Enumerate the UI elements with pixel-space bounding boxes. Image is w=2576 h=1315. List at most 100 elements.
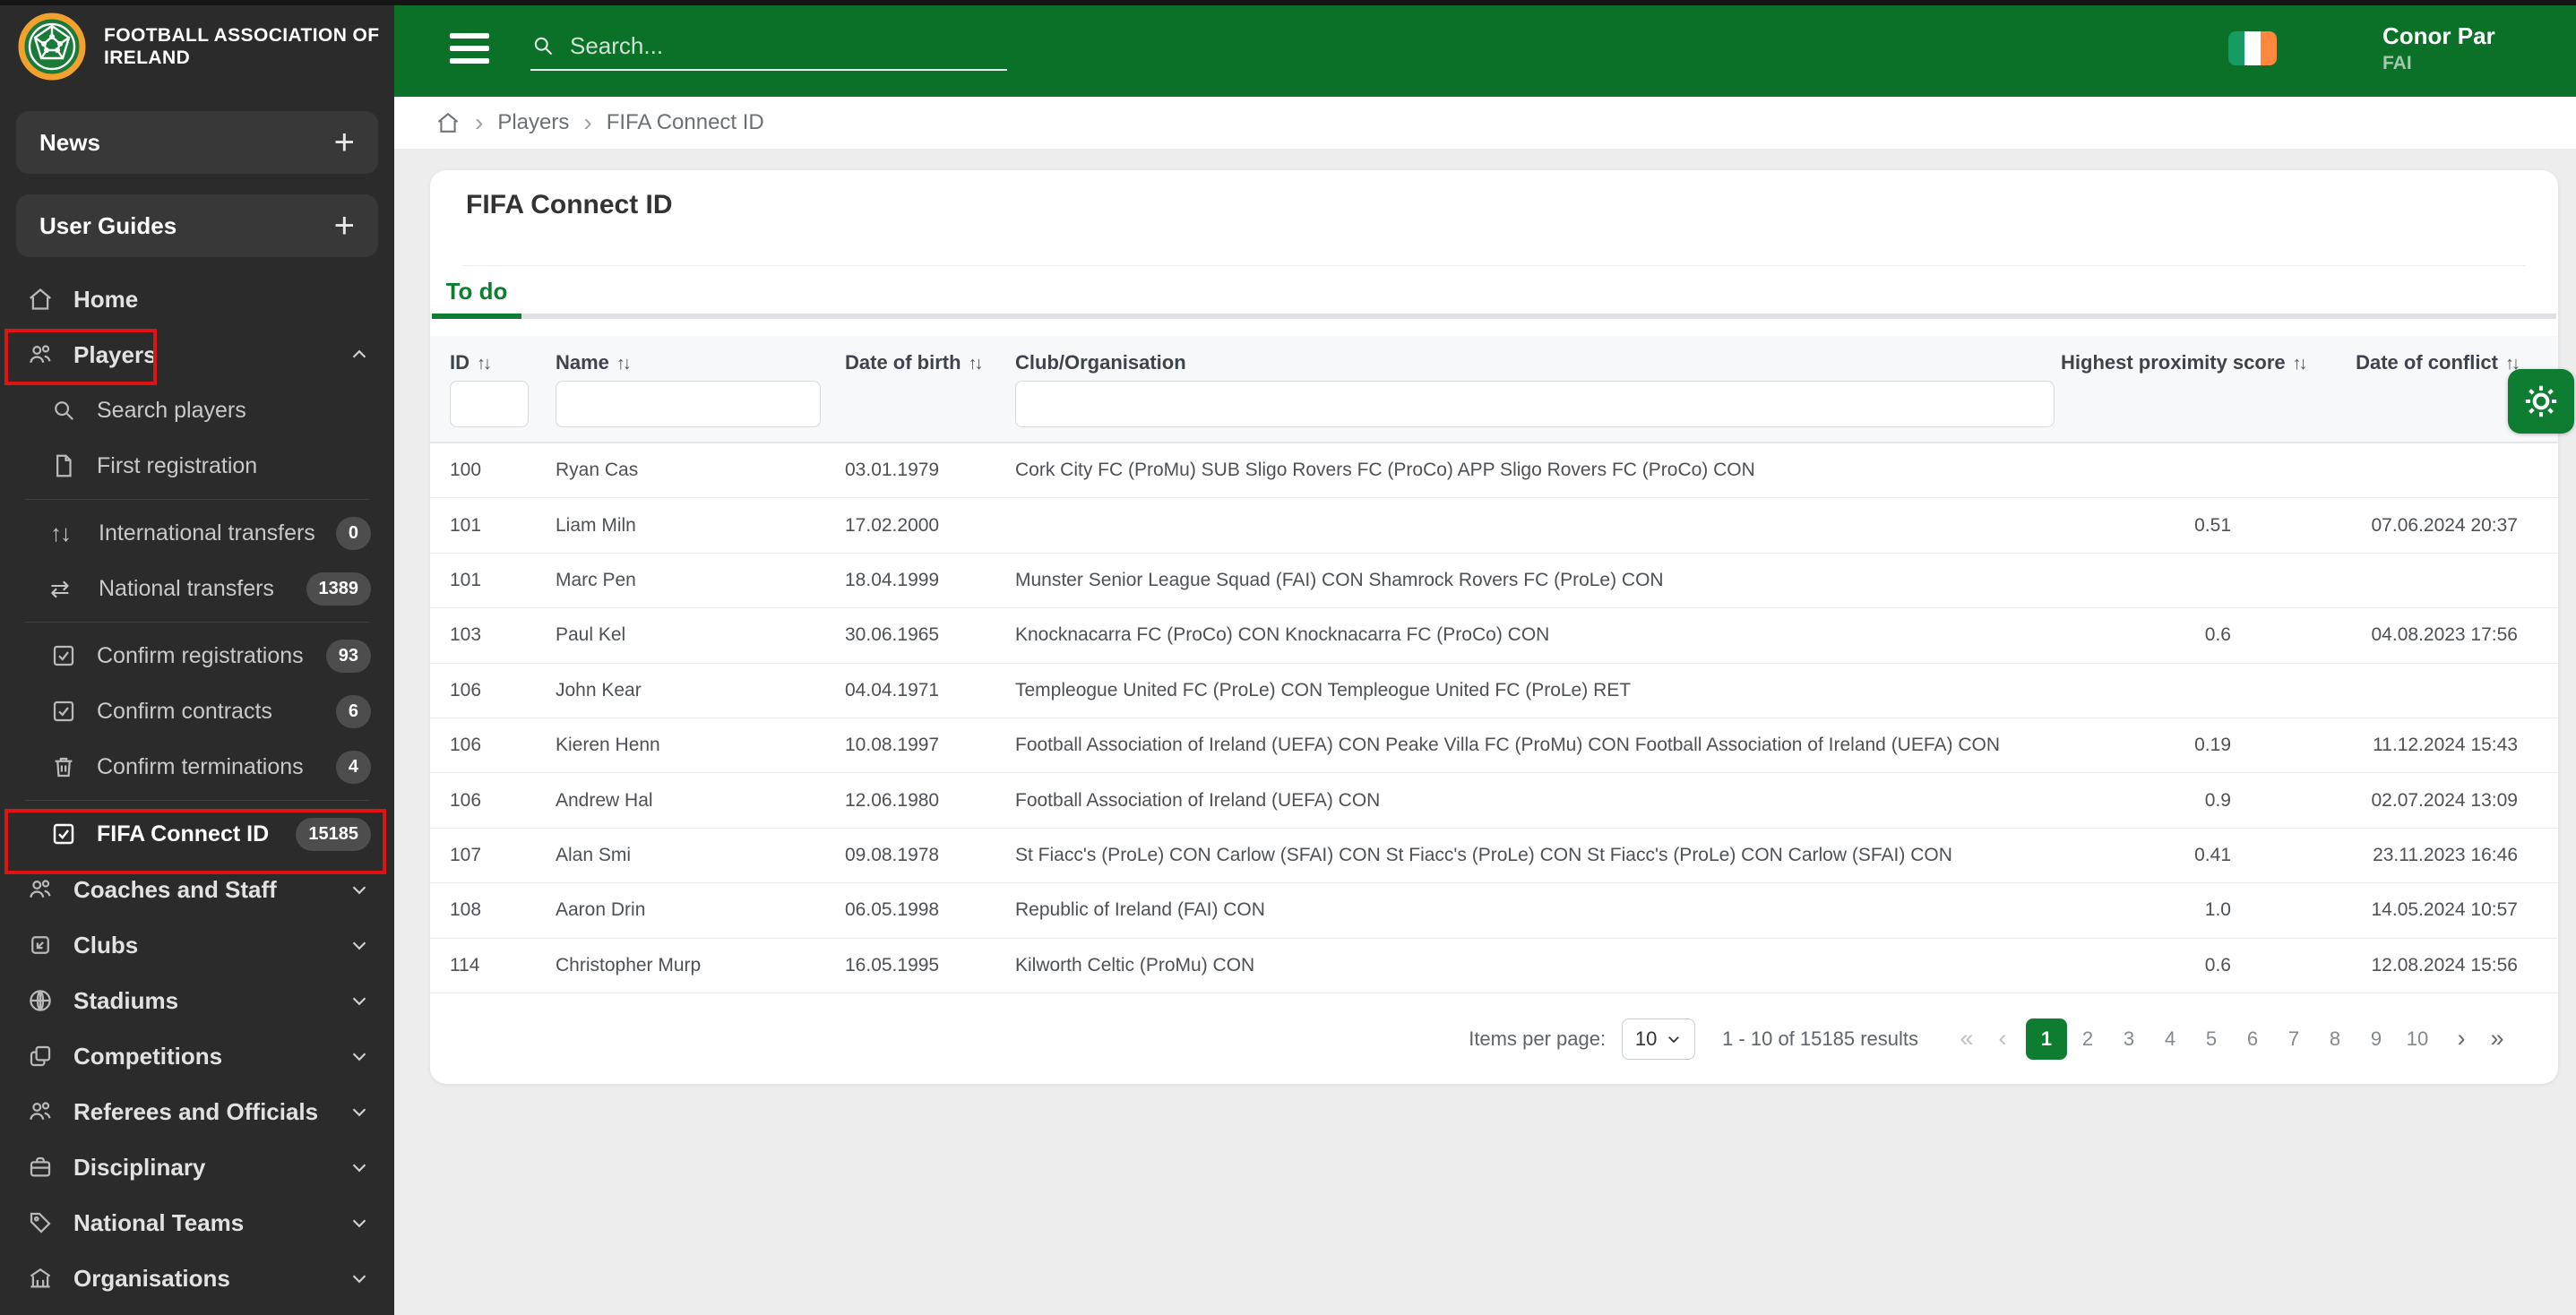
plus-icon: +	[333, 206, 355, 245]
arrows-up-down-icon: ↑↓	[50, 519, 72, 546]
cell-date-of-birth: 06.05.1998	[845, 899, 940, 921]
items-per-page-select[interactable]: 10	[1622, 1018, 1696, 1060]
cell-club-organisation: Football Association of Ireland (UEFA) C…	[1015, 735, 2001, 756]
sidebar-item-fifa-connect-id[interactable]: FIFA Connect ID 15185	[0, 806, 394, 862]
page-number-button[interactable]: 6	[2232, 1018, 2273, 1060]
cell-name: John Kear	[556, 679, 642, 700]
search-icon	[50, 397, 77, 424]
page-number-button[interactable]: 4	[2150, 1018, 2191, 1060]
plus-icon: +	[333, 123, 355, 162]
page-number-button[interactable]: 7	[2273, 1018, 2314, 1060]
chevron-down-icon	[348, 989, 371, 1012]
sidebar-item-stadiums[interactable]: Stadiums	[0, 973, 394, 1028]
sidebar-item-referees-and-officials[interactable]: Referees and Officials	[0, 1084, 394, 1139]
ireland-flag-icon[interactable]	[2228, 31, 2277, 65]
search-input[interactable]	[570, 31, 964, 60]
chevron-down-icon	[348, 878, 371, 901]
club-organisation-filter-input[interactable]	[1015, 381, 2055, 427]
count-badge: 15185	[296, 817, 371, 851]
sidebar-item-confirm-contracts[interactable]: Confirm contracts 6	[0, 683, 394, 739]
column-header-id[interactable]: ID ↑↓	[430, 351, 556, 374]
cell-name: Paul Kel	[556, 624, 626, 646]
column-header-highest-proximity-score[interactable]: Highest proximity score ↑↓	[2061, 351, 2308, 374]
page-number-button[interactable]: 8	[2314, 1018, 2356, 1060]
sidebar: FOOTBALL ASSOCIATION OF IRELAND News + U…	[0, 0, 394, 1315]
sidebar-item-international-transfers[interactable]: ↑↓ International transfers 0	[0, 505, 394, 561]
breadcrumb-item-players[interactable]: Players	[497, 110, 569, 135]
name-filter-input[interactable]	[556, 381, 821, 427]
fai-crest-logo	[18, 13, 86, 81]
page-number-button[interactable]: 10	[2397, 1018, 2438, 1060]
id-filter-input[interactable]	[450, 381, 529, 427]
settings-button[interactable]	[2508, 369, 2574, 434]
sidebar-item-confirm-terminations[interactable]: Confirm terminations 4	[0, 739, 394, 795]
previous-page-button[interactable]: ‹	[1985, 1018, 2020, 1060]
globe-icon	[27, 987, 54, 1014]
sidebar-item-coaches-and-staff[interactable]: Coaches and Staff	[0, 862, 394, 917]
cell-id: 106	[450, 789, 482, 811]
club-icon	[27, 932, 54, 958]
hamburger-menu-icon[interactable]	[450, 33, 489, 64]
page-number-button[interactable]: 5	[2191, 1018, 2232, 1060]
sidebar-item-organisations[interactable]: Organisations	[0, 1251, 394, 1306]
table-row[interactable]: 100 Ryan Cas 03.01.1979 Cork City FC (Pr…	[430, 443, 2558, 499]
page-number-button[interactable]: 9	[2356, 1018, 2397, 1060]
cell-date-of-birth: 18.04.1999	[845, 569, 940, 590]
table-row[interactable]: 106 John Kear 04.04.1971 Templeogue Unit…	[430, 664, 2558, 718]
column-header-name[interactable]: Name ↑↓	[556, 351, 845, 374]
cell-name: Marc Pen	[556, 569, 636, 590]
sidebar-item-competitions[interactable]: Competitions	[0, 1028, 394, 1084]
sidebar-item-players[interactable]: Players	[0, 327, 394, 382]
first-page-button[interactable]: «	[1949, 1018, 1985, 1060]
breadcrumb: › Players › FIFA Connect ID	[394, 97, 2576, 149]
cell-club-organisation: Football Association of Ireland (UEFA) C…	[1015, 789, 1381, 811]
checkbox-icon	[50, 698, 77, 725]
table-row[interactable]: 108 Aaron Drin 06.05.1998 Republic of Ir…	[430, 883, 2558, 939]
breadcrumb-separator: ›	[583, 108, 592, 136]
table-row[interactable]: 107 Alan Smi 09.08.1978 St Fiacc's (ProL…	[430, 829, 2558, 884]
briefcase-icon	[27, 1154, 54, 1181]
page-number-button[interactable]: 1	[2026, 1018, 2067, 1060]
cell-id: 103	[450, 624, 482, 646]
cell-name: Andrew Hal	[556, 789, 653, 811]
last-page-button[interactable]: »	[2479, 1018, 2515, 1060]
sidebar-item-national-teams[interactable]: National Teams	[0, 1195, 394, 1251]
table-row[interactable]: 101 Liam Miln 17.02.2000 0.51 07.06.2024…	[430, 498, 2558, 554]
sidebar-divider	[25, 622, 369, 623]
table-row[interactable]: 106 Andrew Hal 12.06.1980 Football Assoc…	[430, 773, 2558, 829]
cell-club-organisation: St Fiacc's (ProLe) CON Carlow (SFAI) CON…	[1015, 844, 1952, 865]
cell-date-of-conflict: 02.07.2024 13:09	[2371, 789, 2519, 811]
cell-club-organisation: Cork City FC (ProMu) SUB Sligo Rovers FC…	[1015, 460, 1755, 481]
sidebar-item-confirm-registrations[interactable]: Confirm registrations 93	[0, 628, 394, 683]
table-row[interactable]: 101 Marc Pen 18.04.1999 Munster Senior L…	[430, 554, 2558, 609]
tab-to-do[interactable]: To do	[432, 269, 521, 314]
chevron-down-icon	[348, 1100, 371, 1123]
breadcrumb-home-icon[interactable]	[435, 110, 461, 135]
sidebar-item-national-transfers[interactable]: ⇄ National transfers 1389	[0, 561, 394, 616]
page-number-button[interactable]: 2	[2067, 1018, 2108, 1060]
cell-id: 106	[450, 679, 482, 700]
sort-icon: ↑↓	[968, 354, 984, 374]
next-page-button[interactable]: ›	[2443, 1018, 2479, 1060]
sidebar-item-disciplinary[interactable]: Disciplinary	[0, 1139, 394, 1195]
cell-date-of-birth: 30.06.1965	[845, 624, 940, 646]
sidebar-item-home[interactable]: Home	[0, 271, 394, 327]
table-row[interactable]: 106 Kieren Henn 10.08.1997 Football Asso…	[430, 718, 2558, 774]
table-row[interactable]: 114 Christopher Murp 16.05.1995 Kilworth…	[430, 939, 2558, 993]
page-number-button[interactable]: 3	[2108, 1018, 2150, 1060]
results-count: 1 - 10 of 15185 results	[1722, 1027, 1918, 1050]
news-button[interactable]: News +	[16, 111, 378, 174]
column-header-date-of-birth[interactable]: Date of birth ↑↓	[845, 351, 1015, 374]
title-divider	[462, 265, 2526, 266]
sidebar-item-first-registration[interactable]: First registration	[0, 438, 394, 494]
gear-icon	[2525, 385, 2557, 417]
user-guides-button[interactable]: User Guides +	[16, 194, 378, 257]
table-row[interactable]: 103 Paul Kel 30.06.1965 Knocknacarra FC …	[430, 608, 2558, 664]
sidebar-item-clubs[interactable]: Clubs	[0, 917, 394, 973]
cell-club-organisation: Munster Senior League Squad (FAI) CON Sh…	[1015, 569, 1664, 590]
chevron-down-icon	[348, 1211, 371, 1234]
cell-date-of-conflict: 14.05.2024 10:57	[2371, 899, 2519, 921]
user-menu[interactable]: Conor Par FAI	[2382, 22, 2517, 74]
cell-club-organisation: Knocknacarra FC (ProCo) CON Knocknacarra…	[1015, 624, 1550, 646]
sidebar-item-search-players[interactable]: Search players	[0, 382, 394, 438]
